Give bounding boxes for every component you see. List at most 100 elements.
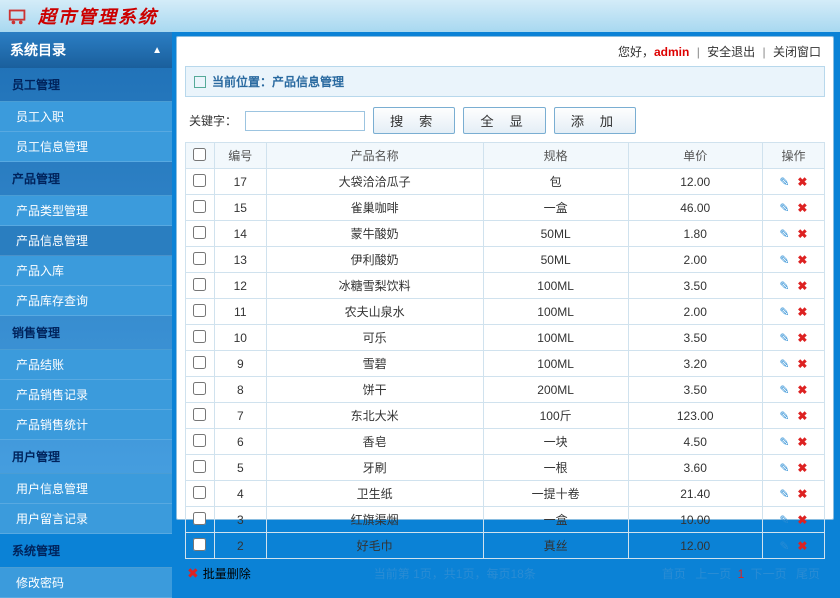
page-first[interactable]: 首页 [662,567,686,581]
app-header: 超市管理系统 [0,0,840,32]
collapse-icon[interactable]: ▲ [152,45,162,56]
sidebar-item[interactable]: 产品入库 [0,256,172,286]
th-spec: 规格 [483,143,628,169]
select-all-checkbox[interactable] [193,148,206,161]
table-row: 11农夫山泉水100ML2.00✎✖ [186,299,825,325]
edit-icon[interactable]: ✎ [777,357,791,371]
close-window-link[interactable]: 关闭窗口 [773,45,821,59]
sidebar-section-header[interactable]: 系统管理 [0,534,172,568]
sidebar-item[interactable]: 产品销售统计 [0,410,172,440]
edit-icon[interactable]: ✎ [777,383,791,397]
delete-icon[interactable]: ✖ [795,201,809,215]
cell-price: 21.40 [628,481,762,507]
batch-delete-button[interactable]: ✖ 批量删除 [187,565,251,582]
edit-icon[interactable]: ✎ [777,227,791,241]
row-checkbox[interactable] [193,382,206,395]
showall-button[interactable]: 全 显 [463,107,545,134]
sidebar-item[interactable]: 产品信息管理 [0,226,172,256]
delete-icon[interactable]: ✖ [795,383,809,397]
sidebar-item[interactable]: 产品销售记录 [0,380,172,410]
delete-icon[interactable]: ✖ [795,487,809,501]
row-checkbox[interactable] [193,330,206,343]
sidebar-item[interactable]: 用户留言记录 [0,504,172,534]
row-checkbox[interactable] [193,460,206,473]
sidebar-item[interactable]: 产品库存查询 [0,286,172,316]
cell-spec: 100ML [483,299,628,325]
cell-price: 2.00 [628,247,762,273]
cell-name: 冰糖雪梨饮料 [266,273,483,299]
row-checkbox[interactable] [193,226,206,239]
delete-icon[interactable]: ✖ [795,357,809,371]
row-checkbox[interactable] [193,174,206,187]
delete-icon[interactable]: ✖ [795,435,809,449]
search-button[interactable]: 搜 索 [373,107,455,134]
sidebar-item[interactable]: 用户信息管理 [0,474,172,504]
sidebar-section-header[interactable]: 产品管理 [0,162,172,196]
cell-id: 8 [214,377,266,403]
edit-icon[interactable]: ✎ [777,513,791,527]
topbar: 您好，admin | 安全退出 | 关闭窗口 [177,37,833,66]
add-button[interactable]: 添 加 [554,107,636,134]
cell-name: 饼干 [266,377,483,403]
page-next[interactable]: 下一页 [751,567,787,581]
edit-icon[interactable]: ✎ [777,435,791,449]
sidebar-title: 系统目录 ▲ [0,32,172,68]
edit-icon[interactable]: ✎ [777,175,791,189]
delete-icon[interactable]: ✖ [795,331,809,345]
edit-icon[interactable]: ✎ [777,487,791,501]
cell-price: 3.60 [628,455,762,481]
row-checkbox[interactable] [193,200,206,213]
cell-price: 46.00 [628,195,762,221]
sidebar-item[interactable]: 产品结账 [0,350,172,380]
delete-icon[interactable]: ✖ [795,279,809,293]
delete-icon[interactable]: ✖ [795,253,809,267]
sidebar-section-header[interactable]: 员工管理 [0,68,172,102]
table-row: 12冰糖雪梨饮料100ML3.50✎✖ [186,273,825,299]
sidebar-section-header[interactable]: 销售管理 [0,316,172,350]
table-row: 5牙刷一根3.60✎✖ [186,455,825,481]
table-row: 3红旗渠烟一盒10.00✎✖ [186,507,825,533]
row-checkbox[interactable] [193,278,206,291]
delete-icon[interactable]: ✖ [795,409,809,423]
cell-name: 东北大米 [266,403,483,429]
cell-spec: 一盒 [483,195,628,221]
keyword-label: 关键字： [189,112,237,129]
edit-icon[interactable]: ✎ [777,331,791,345]
delete-icon[interactable]: ✖ [795,227,809,241]
edit-icon[interactable]: ✎ [777,201,791,215]
cell-spec: 一盒 [483,507,628,533]
logout-link[interactable]: 安全退出 [707,45,755,59]
sidebar-item[interactable]: 员工入职 [0,102,172,132]
table-row: 4卫生纸一提十卷21.40✎✖ [186,481,825,507]
cell-id: 13 [214,247,266,273]
edit-icon[interactable]: ✎ [777,253,791,267]
edit-icon[interactable]: ✎ [777,305,791,319]
row-checkbox[interactable] [193,356,206,369]
cell-name: 卫生纸 [266,481,483,507]
row-checkbox[interactable] [193,512,206,525]
sidebar-item[interactable]: 产品类型管理 [0,196,172,226]
row-checkbox[interactable] [193,408,206,421]
edit-icon[interactable]: ✎ [777,461,791,475]
row-checkbox[interactable] [193,434,206,447]
row-checkbox[interactable] [193,486,206,499]
delete-icon[interactable]: ✖ [795,175,809,189]
sidebar-item[interactable]: 员工信息管理 [0,132,172,162]
delete-icon[interactable]: ✖ [795,461,809,475]
cell-id: 5 [214,455,266,481]
cell-id: 10 [214,325,266,351]
edit-icon[interactable]: ✎ [777,539,791,553]
page-prev[interactable]: 上一页 [695,567,731,581]
delete-icon[interactable]: ✖ [795,305,809,319]
delete-icon[interactable]: ✖ [795,539,809,553]
edit-icon[interactable]: ✎ [777,409,791,423]
edit-icon[interactable]: ✎ [777,279,791,293]
page-last[interactable]: 尾页 [796,567,820,581]
delete-icon[interactable]: ✖ [795,513,809,527]
row-checkbox[interactable] [193,252,206,265]
sidebar-item[interactable]: 修改密码 [0,568,172,598]
row-checkbox[interactable] [193,538,206,551]
row-checkbox[interactable] [193,304,206,317]
keyword-input[interactable] [245,111,365,131]
sidebar-section-header[interactable]: 用户管理 [0,440,172,474]
